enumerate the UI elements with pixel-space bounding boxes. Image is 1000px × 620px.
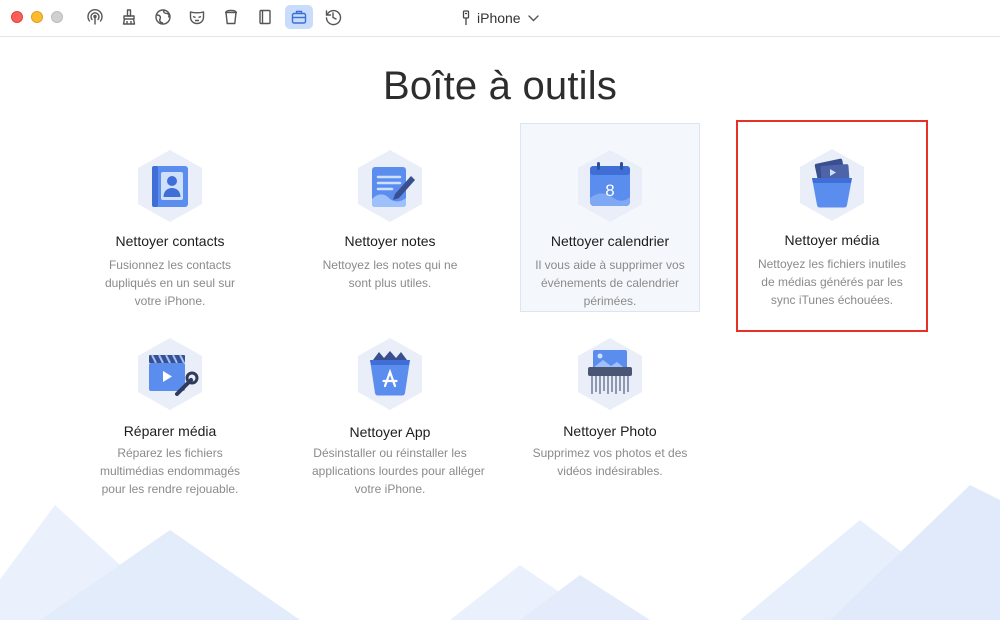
book-icon [259,9,271,25]
description-line: de médias générés par les [761,275,903,289]
globe-icon [155,9,171,25]
trash-bin-icon [225,9,237,25]
contacts-icon [138,150,202,222]
minimize-window-button[interactable] [31,11,43,23]
tool-clean-app[interactable]: Nettoyer App Désinstaller ou réinstaller… [300,314,485,504]
description-line: dupliqués en un seul sur [104,276,236,290]
description-line: Supprimez vos photos et des [532,446,688,460]
description-line: événements de calendrier [540,276,680,290]
tool-description: Nettoyez les notes qui ne sont plus util… [300,256,480,292]
app-bucket-icon [358,338,422,410]
privacy-clean-button[interactable] [183,5,211,29]
internet-clean-button[interactable] [149,5,177,29]
description-line: périmées. [583,294,637,308]
tool-description: Nettoyez les fichiers inutiles de médias… [738,255,926,309]
description-line: applications lourdes pour alléger [312,464,485,478]
page-title: Boîte à outils [382,64,618,108]
tool-name: Nettoyer contacts [115,233,225,249]
tool-clean-media[interactable]: Nettoyer média Nettoyez les fichiers inu… [736,120,928,332]
device-name: iPhone [477,10,521,26]
tool-clean-calendar[interactable]: 8 Nettoyer calendrier Il vous aide à sup… [520,123,700,312]
description-line: votre iPhone. [354,482,426,496]
chevron-down-icon [527,14,539,21]
mask-privacy-icon [189,11,205,25]
description-line: Désinstaller ou réinstaller les [313,446,467,460]
tool-description: Réparez les fichiers multimédias endomma… [80,444,260,498]
history-icon [325,9,342,26]
tool-name: Réparer média [123,423,217,439]
tool-name: Nettoyer calendrier [550,233,670,249]
tool-description: Supprimez vos photos et des vidéos indés… [520,444,700,480]
description-line: multimédias endommagés [99,464,241,478]
description-line: Réparez les fichiers [117,446,223,460]
tool-name: Nettoyer média [784,232,880,248]
tool-clean-photo[interactable]: Nettoyer Photo Supprimez vos photos et d… [520,314,700,504]
tool-name: Nettoyer App [349,424,431,440]
notes-icon [358,150,422,222]
calendar-day-number: 8 [605,181,614,200]
description-line: sont plus utiles. [348,276,432,290]
description-line: Nettoyez les fichiers inutiles [757,257,907,271]
tool-name: Nettoyer Photo [563,423,657,439]
toolbar: iPhone [0,0,1000,37]
description-line: pour les rendre rejouable. [101,482,239,496]
history-button[interactable] [319,5,347,29]
lightning-cable-icon [462,10,470,25]
repair-media-icon [138,338,202,410]
description-line: vidéos indésirables. [557,464,663,478]
description-line: votre iPhone. [134,294,206,308]
toolbox-button[interactable] [285,5,313,29]
toolbox-icon [291,10,307,24]
tool-description: Il vous aide à supprimer vos événements … [521,256,699,310]
tool-repair-media[interactable]: Réparer média Réparez les fichiers multi… [80,314,260,504]
tool-description: Fusionnez les contacts dupliqués en un s… [80,256,260,310]
description-line: Il vous aide à supprimer vos [535,258,685,272]
media-bucket-icon [800,149,864,221]
description-line: Nettoyez les notes qui ne [322,258,458,272]
manual-button[interactable] [251,5,279,29]
calendar-icon: 8 [578,150,642,222]
description-line: sync iTunes échouées. [770,293,894,307]
zoom-window-button[interactable] [51,11,63,23]
system-clean-button[interactable] [115,5,143,29]
tool-description: Désinstaller ou réinstaller les applicat… [300,444,485,498]
tool-name: Nettoyer notes [344,233,436,249]
airbackup-button[interactable] [81,5,109,29]
photo-shredder-icon [578,338,642,410]
tool-clean-notes[interactable]: Nettoyer notes Nettoyez les notes qui ne… [300,124,480,314]
description-line: Fusionnez les contacts [108,258,232,272]
brush-clean-icon [122,9,136,25]
tool-clean-contacts[interactable]: Nettoyer contacts Fusionnez les contacts… [80,124,260,314]
junk-clean-button[interactable] [217,5,245,29]
device-selector[interactable]: iPhone [462,8,539,28]
close-window-button[interactable] [11,11,23,23]
airbackup-icon [87,9,103,25]
